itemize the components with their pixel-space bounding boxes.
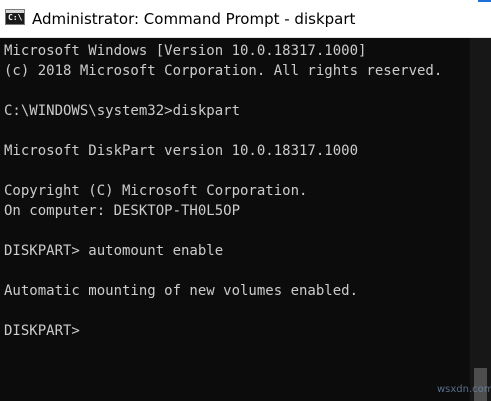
watermark-text: wsxdn.com [437, 384, 491, 395]
console-output[interactable]: Microsoft Windows [Version 10.0.18317.10… [0, 38, 470, 401]
console-line: (c) 2018 Microsoft Corporation. All righ… [4, 63, 443, 79]
console-line: On computer: DESKTOP-TH0L5OP [4, 203, 241, 219]
titlebar-accent [478, 0, 491, 2]
cmd-icon[interactable]: C:\ [5, 9, 25, 25]
command-prompt-window: C:\ Administrator: Command Prompt - disk… [0, 0, 491, 401]
window-title: Administrator: Command Prompt - diskpart [32, 10, 356, 28]
console-line: DISKPART> automount enable [4, 243, 224, 259]
title-bar[interactable]: C:\ Administrator: Command Prompt - disk… [0, 0, 491, 38]
console-prompt-line[interactable]: DISKPART> [4, 321, 80, 341]
console-line: Microsoft Windows [Version 10.0.18317.10… [4, 43, 367, 59]
vertical-scrollbar[interactable] [470, 38, 491, 401]
cmd-icon-glyph: C:\ [8, 13, 23, 22]
console-line: Microsoft DiskPart version 10.0.18317.10… [4, 143, 359, 159]
console-line: Automatic mounting of new volumes enable… [4, 283, 359, 299]
console-line: Copyright (C) Microsoft Corporation. [4, 183, 308, 199]
console-line: C:\WINDOWS\system32>diskpart [4, 103, 241, 119]
